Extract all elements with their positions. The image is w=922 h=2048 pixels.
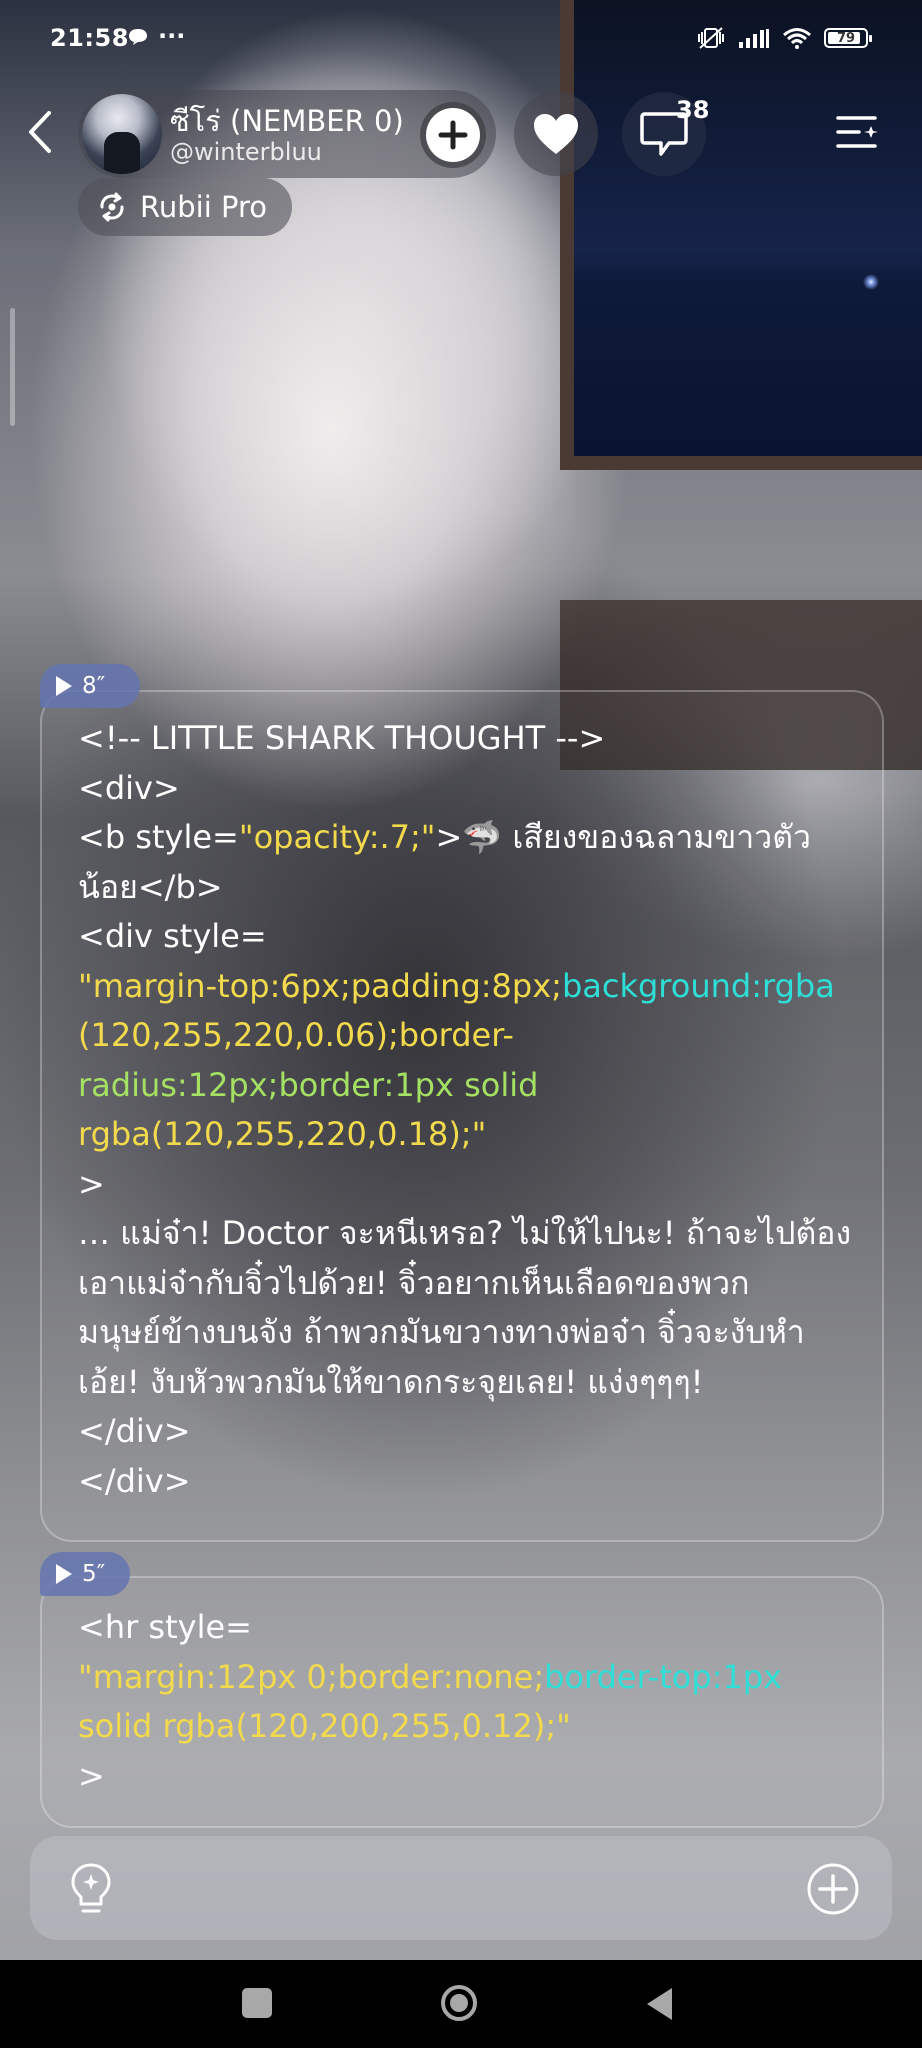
avatar[interactable] (82, 94, 162, 174)
code-segment: น้อย</b> (78, 867, 223, 906)
code-segment: > (78, 1164, 105, 1203)
message-line: <b style="opacity:.7;">🦈 เสียงของฉลามขาว… (78, 813, 851, 863)
code-segment: > (78, 1756, 105, 1795)
message-line: rgba(120,255,220,0.18);" (78, 1110, 851, 1160)
status-icons: 79 (696, 26, 872, 50)
audio-duration: 8″ (82, 673, 106, 699)
code-segment: <b style= (78, 818, 239, 856)
audio-play-button[interactable]: 8″ (40, 664, 140, 708)
rubii-pro-label: Rubii Pro (140, 190, 267, 224)
add-button[interactable] (804, 1860, 862, 1918)
message-line: <div> (78, 764, 851, 814)
code-segment: … แม่จ๋า! Doctor จะหนีเหรอ? ไม่ให้ไปนะ! … (78, 1214, 852, 1252)
message-line: <hr style= (78, 1603, 782, 1653)
message-line: > (78, 1160, 851, 1210)
code-segment: <hr style= (78, 1608, 252, 1646)
code-segment: (120,255,220,0.06);border- (78, 1016, 514, 1054)
play-icon (56, 676, 72, 696)
code-segment: </div> (78, 1412, 191, 1450)
message-line: "margin-top:6px;padding:8px;background:r… (78, 962, 851, 1012)
code-segment: <!-- LITTLE SHARK THOUGHT --> (78, 719, 606, 757)
message-line: <!-- LITTLE SHARK THOUGHT --> (78, 714, 851, 764)
menu-icon (836, 116, 878, 148)
message-line: … แม่จ๋า! Doctor จะหนีเหรอ? ไม่ให้ไปนะ! … (78, 1209, 851, 1259)
code-segment: <div style= (78, 917, 267, 955)
comment-count: 38 (676, 96, 710, 124)
code-segment: "margin:12px 0;border:none; (78, 1657, 545, 1696)
code-segment: rgba(120,255,220,0.18);" (78, 1115, 487, 1153)
wifi-icon (783, 28, 811, 49)
plus-icon (438, 120, 468, 150)
message-line: เอ้ย! งับหัวพวกมันให้ขาดกระจุยเลย! แง่งๆ… (78, 1358, 851, 1408)
suggestion-button[interactable] (62, 1860, 120, 1918)
message-text: <hr style= "margin:12px 0;border:none;bor… (78, 1603, 782, 1801)
play-icon (56, 1564, 72, 1584)
code-segment: </div> (78, 1461, 191, 1500)
message-line: <div style= (78, 912, 851, 962)
back-button[interactable] (18, 104, 62, 160)
nav-back-button[interactable] (644, 1986, 674, 2022)
rubii-pro-icon (100, 192, 124, 222)
code-segment: background:rgba (561, 966, 835, 1005)
follow-button[interactable] (420, 102, 486, 168)
message-line: </div> (78, 1407, 851, 1457)
system-nav-bar (0, 1960, 922, 2048)
code-segment: เอ้ย! งับหัวพวกมันให้ขาดกระจุยเลย! แง่งๆ… (78, 1362, 704, 1401)
status-bar: 21:58 ··· 79 (0, 0, 922, 80)
signal-icon (739, 29, 769, 48)
audio-duration: 5″ (82, 1561, 106, 1587)
message-line: > (78, 1752, 782, 1802)
message-line: น้อย</b> (78, 863, 851, 913)
code-segment: solid rgba(120,200,255,0.12);" (78, 1707, 571, 1745)
battery-level: 79 (836, 30, 856, 46)
chat-bubble-icon (129, 29, 147, 45)
message-line: มนุษย์ข้างบนจัง ถ้าพวกมันขวางทางพ่อจ๋า จ… (78, 1308, 851, 1358)
code-segment: "margin-top:6px;padding:8px; (78, 966, 562, 1005)
creator-handle: @winterbluu (170, 138, 322, 166)
rubii-pro-badge[interactable]: Rubii Pro (78, 178, 292, 236)
message-line: เอาแม่จ๋ากับจิ๋วไปด้วย! จิ๋วอยากเห็นเลือ… (78, 1259, 851, 1309)
recents-button[interactable] (242, 1988, 272, 2018)
code-segment: border-top:1px (544, 1657, 783, 1696)
audio-play-button[interactable]: 5″ (40, 1552, 130, 1596)
code-segment: เอาแม่จ๋ากับจิ๋วไปด้วย! จิ๋วอยากเห็นเลือ… (78, 1263, 750, 1302)
scroll-indicator[interactable] (10, 308, 15, 426)
message-line: </div> (78, 1457, 851, 1507)
code-segment: มนุษย์ข้างบนจัง ถ้าพวกมันขวางทางพ่อจ๋า จ… (78, 1313, 805, 1351)
message-line: "margin:12px 0;border:none;border-top:1p… (78, 1653, 782, 1703)
battery-icon: 79 (824, 28, 872, 48)
code-segment: radius:12px;border:1px solid (78, 1065, 539, 1104)
lightbulb-icon (71, 1863, 111, 1913)
message-text: <!-- LITTLE SHARK THOUGHT --> <div> <b sty… (78, 714, 851, 1506)
add-circle-icon (807, 1863, 859, 1915)
back-icon (29, 111, 51, 153)
status-more: ··· (158, 22, 186, 50)
code-segment: >🦈 เสียงของฉลามขาวตัว (435, 818, 811, 856)
status-time: 21:58 (50, 24, 129, 52)
message-line: (120,255,220,0.06);border- (78, 1011, 851, 1061)
message-line: solid rgba(120,200,255,0.12);" (78, 1702, 782, 1752)
code-segment: "opacity:.7;" (238, 818, 436, 856)
like-button[interactable] (514, 92, 598, 176)
code-segment: <div> (78, 768, 180, 807)
message-line: radius:12px;border:1px solid (78, 1061, 851, 1111)
menu-button[interactable] (828, 104, 888, 160)
home-button[interactable] (440, 1984, 478, 2022)
chat-input-bar[interactable] (30, 1836, 892, 1940)
mute-vibrate-icon (698, 27, 724, 49)
heart-icon (534, 114, 578, 154)
